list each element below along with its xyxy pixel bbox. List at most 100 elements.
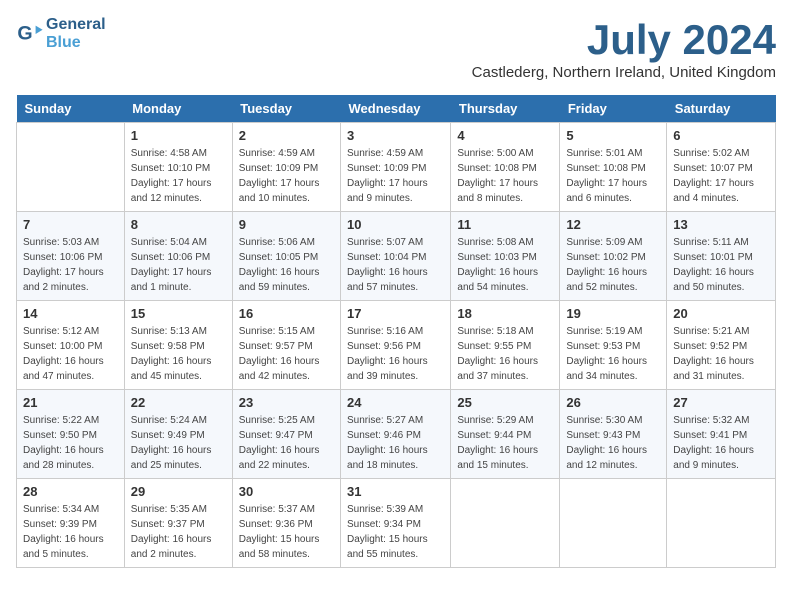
day-info: Sunrise: 5:12 AMSunset: 10:00 PMDaylight… bbox=[23, 324, 118, 384]
calendar-cell: 24 Sunrise: 5:27 AMSunset: 9:46 PMDaylig… bbox=[341, 390, 451, 479]
weekday-header-wednesday: Wednesday bbox=[341, 95, 451, 123]
day-number: 22 bbox=[131, 395, 226, 410]
day-info: Sunrise: 5:00 AMSunset: 10:08 PMDaylight… bbox=[457, 146, 553, 206]
calendar-cell bbox=[451, 479, 560, 568]
day-number: 16 bbox=[239, 306, 334, 321]
calendar-cell: 27 Sunrise: 5:32 AMSunset: 9:41 PMDaylig… bbox=[667, 390, 776, 479]
day-info: Sunrise: 4:58 AMSunset: 10:10 PMDaylight… bbox=[131, 146, 226, 206]
calendar-cell: 9 Sunrise: 5:06 AMSunset: 10:05 PMDaylig… bbox=[232, 212, 340, 301]
calendar-cell bbox=[667, 479, 776, 568]
day-number: 27 bbox=[673, 395, 769, 410]
day-number: 7 bbox=[23, 217, 118, 232]
day-number: 8 bbox=[131, 217, 226, 232]
weekday-header-sunday: Sunday bbox=[17, 95, 125, 123]
calendar-cell: 3 Sunrise: 4:59 AMSunset: 10:09 PMDaylig… bbox=[341, 123, 451, 212]
day-info: Sunrise: 5:19 AMSunset: 9:53 PMDaylight:… bbox=[566, 324, 660, 384]
day-number: 15 bbox=[131, 306, 226, 321]
calendar-cell: 11 Sunrise: 5:08 AMSunset: 10:03 PMDayli… bbox=[451, 212, 560, 301]
calendar-cell: 22 Sunrise: 5:24 AMSunset: 9:49 PMDaylig… bbox=[124, 390, 232, 479]
day-info: Sunrise: 5:32 AMSunset: 9:41 PMDaylight:… bbox=[673, 413, 769, 473]
day-number: 1 bbox=[131, 128, 226, 143]
day-number: 31 bbox=[347, 484, 444, 499]
day-info: Sunrise: 4:59 AMSunset: 10:09 PMDaylight… bbox=[347, 146, 444, 206]
calendar-cell: 23 Sunrise: 5:25 AMSunset: 9:47 PMDaylig… bbox=[232, 390, 340, 479]
day-number: 26 bbox=[566, 395, 660, 410]
calendar-cell: 28 Sunrise: 5:34 AMSunset: 9:39 PMDaylig… bbox=[17, 479, 125, 568]
day-info: Sunrise: 5:15 AMSunset: 9:57 PMDaylight:… bbox=[239, 324, 334, 384]
week-row-1: 1 Sunrise: 4:58 AMSunset: 10:10 PMDaylig… bbox=[17, 123, 776, 212]
weekday-header-row: SundayMondayTuesdayWednesdayThursdayFrid… bbox=[17, 95, 776, 123]
day-number: 9 bbox=[239, 217, 334, 232]
logo-icon: G bbox=[16, 20, 44, 48]
day-info: Sunrise: 5:21 AMSunset: 9:52 PMDaylight:… bbox=[673, 324, 769, 384]
calendar-cell: 25 Sunrise: 5:29 AMSunset: 9:44 PMDaylig… bbox=[451, 390, 560, 479]
calendar-cell: 5 Sunrise: 5:01 AMSunset: 10:08 PMDaylig… bbox=[560, 123, 667, 212]
calendar-cell: 14 Sunrise: 5:12 AMSunset: 10:00 PMDayli… bbox=[17, 301, 125, 390]
calendar-cell: 16 Sunrise: 5:15 AMSunset: 9:57 PMDaylig… bbox=[232, 301, 340, 390]
calendar-cell: 13 Sunrise: 5:11 AMSunset: 10:01 PMDayli… bbox=[667, 212, 776, 301]
logo: G General Blue bbox=[16, 16, 106, 51]
day-number: 14 bbox=[23, 306, 118, 321]
calendar-cell: 12 Sunrise: 5:09 AMSunset: 10:02 PMDayli… bbox=[560, 212, 667, 301]
calendar-cell: 4 Sunrise: 5:00 AMSunset: 10:08 PMDaylig… bbox=[451, 123, 560, 212]
calendar-cell: 19 Sunrise: 5:19 AMSunset: 9:53 PMDaylig… bbox=[560, 301, 667, 390]
svg-text:G: G bbox=[17, 22, 32, 44]
day-number: 20 bbox=[673, 306, 769, 321]
day-number: 4 bbox=[457, 128, 553, 143]
calendar-cell: 7 Sunrise: 5:03 AMSunset: 10:06 PMDaylig… bbox=[17, 212, 125, 301]
day-info: Sunrise: 5:16 AMSunset: 9:56 PMDaylight:… bbox=[347, 324, 444, 384]
day-info: Sunrise: 5:35 AMSunset: 9:37 PMDaylight:… bbox=[131, 502, 226, 562]
calendar-cell: 21 Sunrise: 5:22 AMSunset: 9:50 PMDaylig… bbox=[17, 390, 125, 479]
week-row-3: 14 Sunrise: 5:12 AMSunset: 10:00 PMDayli… bbox=[17, 301, 776, 390]
day-number: 30 bbox=[239, 484, 334, 499]
day-number: 28 bbox=[23, 484, 118, 499]
calendar-cell: 29 Sunrise: 5:35 AMSunset: 9:37 PMDaylig… bbox=[124, 479, 232, 568]
weekday-header-friday: Friday bbox=[560, 95, 667, 123]
day-info: Sunrise: 5:18 AMSunset: 9:55 PMDaylight:… bbox=[457, 324, 553, 384]
calendar-cell: 15 Sunrise: 5:13 AMSunset: 9:58 PMDaylig… bbox=[124, 301, 232, 390]
calendar-table: SundayMondayTuesdayWednesdayThursdayFrid… bbox=[16, 95, 776, 568]
day-number: 5 bbox=[566, 128, 660, 143]
day-info: Sunrise: 5:39 AMSunset: 9:34 PMDaylight:… bbox=[347, 502, 444, 562]
day-info: Sunrise: 5:01 AMSunset: 10:08 PMDaylight… bbox=[566, 146, 660, 206]
day-info: Sunrise: 5:11 AMSunset: 10:01 PMDaylight… bbox=[673, 235, 769, 295]
weekday-header-tuesday: Tuesday bbox=[232, 95, 340, 123]
calendar-cell: 31 Sunrise: 5:39 AMSunset: 9:34 PMDaylig… bbox=[341, 479, 451, 568]
week-row-4: 21 Sunrise: 5:22 AMSunset: 9:50 PMDaylig… bbox=[17, 390, 776, 479]
day-info: Sunrise: 5:24 AMSunset: 9:49 PMDaylight:… bbox=[131, 413, 226, 473]
day-info: Sunrise: 5:27 AMSunset: 9:46 PMDaylight:… bbox=[347, 413, 444, 473]
week-row-5: 28 Sunrise: 5:34 AMSunset: 9:39 PMDaylig… bbox=[17, 479, 776, 568]
day-info: Sunrise: 5:34 AMSunset: 9:39 PMDaylight:… bbox=[23, 502, 118, 562]
day-number: 2 bbox=[239, 128, 334, 143]
day-info: Sunrise: 5:37 AMSunset: 9:36 PMDaylight:… bbox=[239, 502, 334, 562]
day-info: Sunrise: 5:07 AMSunset: 10:04 PMDaylight… bbox=[347, 235, 444, 295]
day-info: Sunrise: 5:09 AMSunset: 10:02 PMDaylight… bbox=[566, 235, 660, 295]
day-info: Sunrise: 5:29 AMSunset: 9:44 PMDaylight:… bbox=[457, 413, 553, 473]
calendar-body: 1 Sunrise: 4:58 AMSunset: 10:10 PMDaylig… bbox=[17, 123, 776, 568]
calendar-cell: 2 Sunrise: 4:59 AMSunset: 10:09 PMDaylig… bbox=[232, 123, 340, 212]
day-info: Sunrise: 5:22 AMSunset: 9:50 PMDaylight:… bbox=[23, 413, 118, 473]
weekday-header-thursday: Thursday bbox=[451, 95, 560, 123]
day-number: 13 bbox=[673, 217, 769, 232]
day-info: Sunrise: 5:25 AMSunset: 9:47 PMDaylight:… bbox=[239, 413, 334, 473]
logo-line2: Blue bbox=[46, 34, 106, 52]
day-info: Sunrise: 5:30 AMSunset: 9:43 PMDaylight:… bbox=[566, 413, 660, 473]
day-number: 12 bbox=[566, 217, 660, 232]
weekday-header-saturday: Saturday bbox=[667, 95, 776, 123]
day-number: 3 bbox=[347, 128, 444, 143]
calendar-cell bbox=[560, 479, 667, 568]
calendar-cell: 8 Sunrise: 5:04 AMSunset: 10:06 PMDaylig… bbox=[124, 212, 232, 301]
calendar-cell bbox=[17, 123, 125, 212]
week-row-2: 7 Sunrise: 5:03 AMSunset: 10:06 PMDaylig… bbox=[17, 212, 776, 301]
day-number: 11 bbox=[457, 217, 553, 232]
day-info: Sunrise: 5:02 AMSunset: 10:07 PMDaylight… bbox=[673, 146, 769, 206]
day-number: 10 bbox=[347, 217, 444, 232]
day-number: 17 bbox=[347, 306, 444, 321]
page-header: G General Blue July 2024 Castlederg, Nor… bbox=[16, 16, 776, 91]
day-info: Sunrise: 4:59 AMSunset: 10:09 PMDaylight… bbox=[239, 146, 334, 206]
day-number: 29 bbox=[131, 484, 226, 499]
day-info: Sunrise: 5:06 AMSunset: 10:05 PMDaylight… bbox=[239, 235, 334, 295]
calendar-cell: 18 Sunrise: 5:18 AMSunset: 9:55 PMDaylig… bbox=[451, 301, 560, 390]
calendar-cell: 17 Sunrise: 5:16 AMSunset: 9:56 PMDaylig… bbox=[341, 301, 451, 390]
day-number: 24 bbox=[347, 395, 444, 410]
